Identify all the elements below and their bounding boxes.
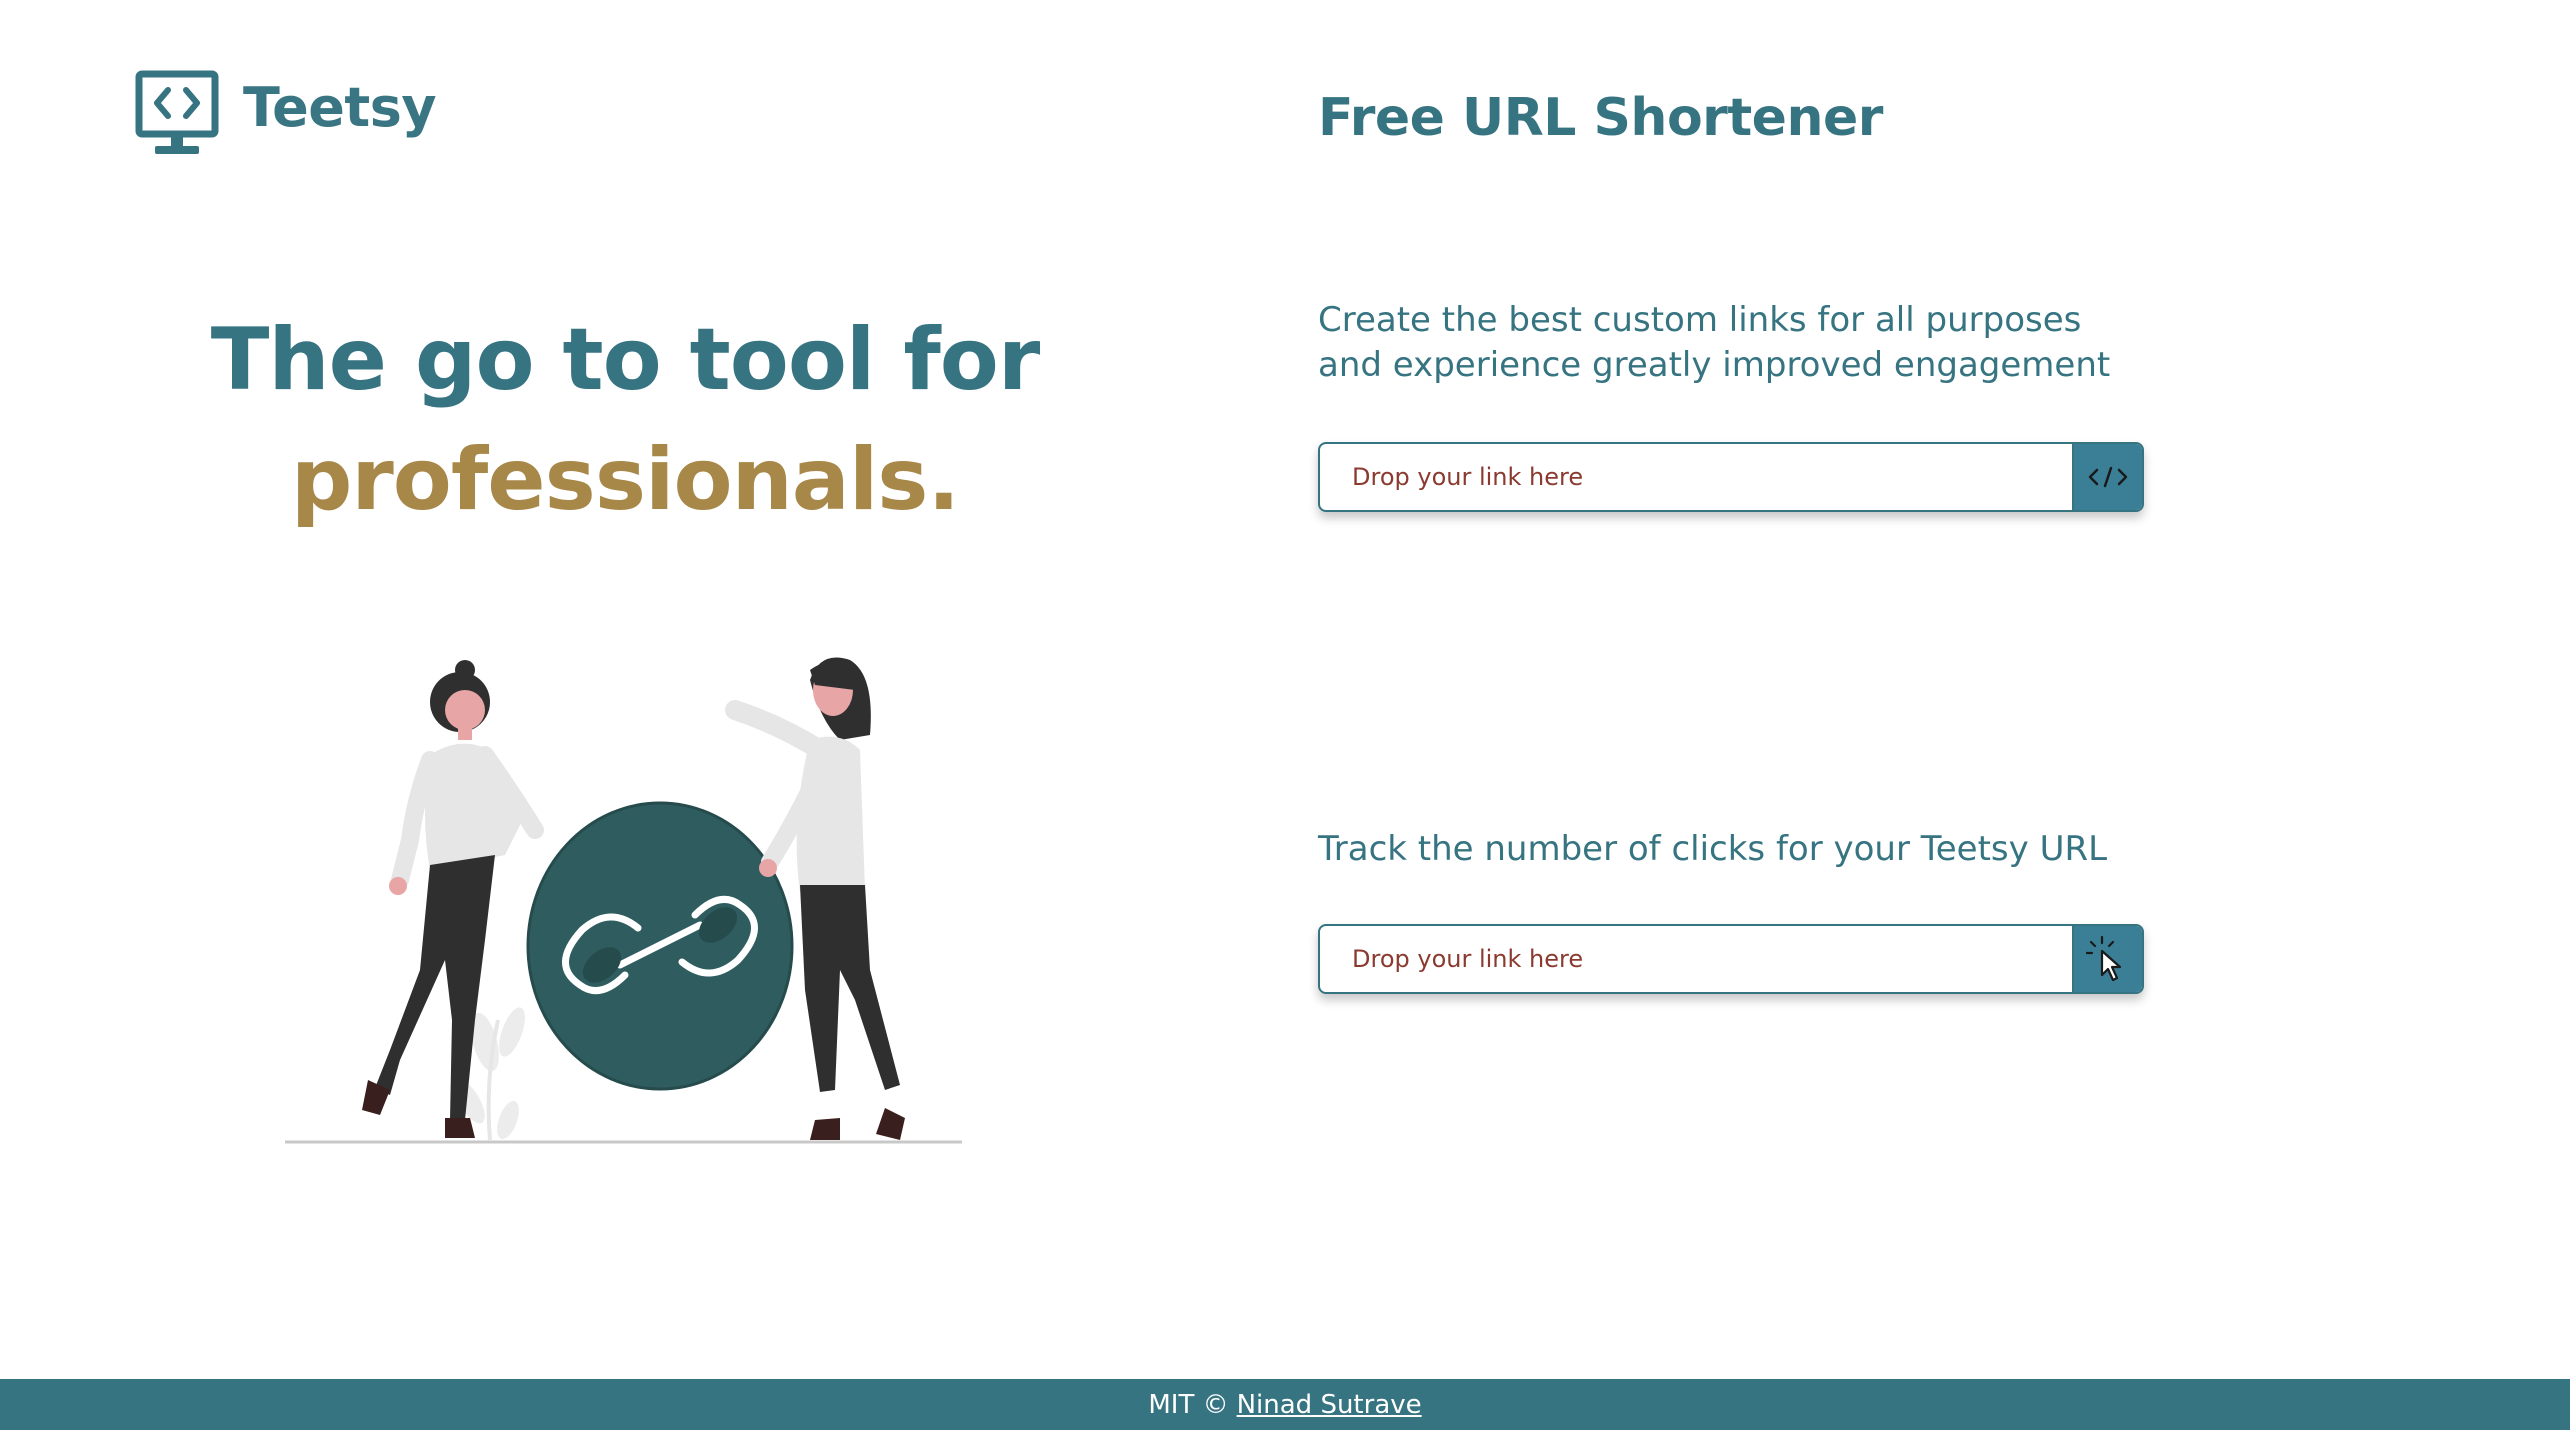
brand-name: Teetsy (243, 75, 437, 139)
page: Teetsy The go to tool for professionals. (0, 0, 2570, 1456)
code-monitor-icon (135, 70, 219, 154)
left-person (362, 660, 544, 1138)
footer-author-link[interactable]: Ninad Sutrave (1237, 1390, 1422, 1420)
shortener-title: Free URL Shortener (1318, 88, 1883, 148)
footer-license: MIT © (1148, 1389, 1229, 1420)
track-input-group (1318, 924, 2144, 994)
brand-logo[interactable]: Teetsy (135, 70, 437, 162)
hero-heading: The go to tool for professionals. (90, 300, 1160, 540)
hero-heading-line1: The go to tool for (210, 310, 1040, 410)
code-brackets-icon (2088, 466, 2128, 488)
shortener-description: Create the best custom links for all pur… (1318, 300, 2111, 385)
cursor-click-icon (2086, 935, 2122, 982)
track-link-input[interactable] (1320, 926, 2072, 992)
people-holding-link-illustration (285, 657, 962, 1144)
track-button[interactable] (2072, 926, 2142, 992)
shorten-button[interactable] (2072, 444, 2142, 510)
hero-heading-line2: professionals. (290, 430, 960, 530)
tracker-description: Track the number of clicks for your Teet… (1318, 829, 2108, 869)
footer: MIT © Ninad Sutrave (0, 1379, 2570, 1430)
shorten-link-input[interactable] (1320, 444, 2072, 510)
shorten-input-group (1318, 442, 2144, 512)
